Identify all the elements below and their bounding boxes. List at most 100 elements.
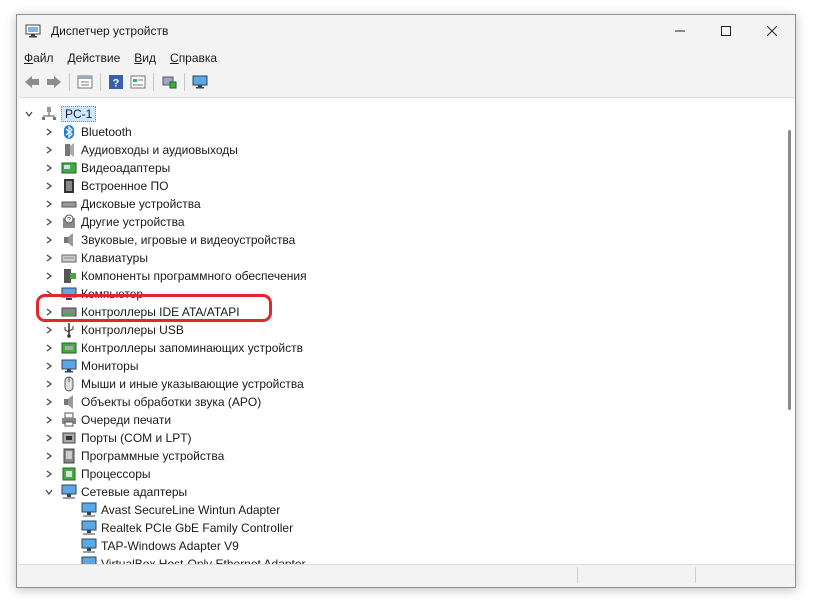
window-title: Диспетчер устройств bbox=[51, 24, 169, 38]
category-label: Дисковые устройства bbox=[81, 197, 201, 211]
toolbar: ? bbox=[17, 69, 795, 95]
chevron-right-icon[interactable] bbox=[43, 159, 55, 177]
category-label: Аудиовходы и аудиовыходы bbox=[81, 143, 238, 157]
tree-category[interactable]: Сетевые адаптеры bbox=[43, 483, 187, 501]
minimize-button[interactable] bbox=[657, 15, 703, 47]
forward-button[interactable] bbox=[44, 72, 64, 92]
tree-category[interactable]: Клавиатуры bbox=[43, 249, 148, 267]
chevron-right-icon[interactable] bbox=[43, 249, 55, 267]
chevron-right-icon[interactable] bbox=[43, 447, 55, 465]
tree-category[interactable]: Компьютер bbox=[43, 285, 143, 303]
tree-category[interactable]: Контроллеры запоминающих устройств bbox=[43, 339, 303, 357]
tree-category[interactable]: Объекты обработки звука (APO) bbox=[43, 393, 261, 411]
category-label: Мыши и иные указывающие устройства bbox=[81, 377, 304, 391]
firmware-icon bbox=[61, 178, 77, 194]
close-icon bbox=[767, 26, 777, 36]
chevron-right-icon[interactable] bbox=[43, 321, 55, 339]
device-manager-icon bbox=[25, 24, 41, 38]
port-icon bbox=[61, 430, 77, 446]
chevron-right-icon[interactable] bbox=[43, 393, 55, 411]
tree-category[interactable]: ? Другие устройства bbox=[43, 213, 185, 231]
chevron-right-icon[interactable] bbox=[43, 429, 55, 447]
chevron-down-icon[interactable] bbox=[23, 105, 35, 123]
chevron-right-icon[interactable] bbox=[43, 123, 55, 141]
monitor-icon bbox=[61, 358, 77, 374]
tree-category[interactable]: Мониторы bbox=[43, 357, 138, 375]
chevron-right-icon[interactable] bbox=[43, 411, 55, 429]
menu-file[interactable]: Файл bbox=[17, 48, 61, 68]
tree-category[interactable]: Дисковые устройства bbox=[43, 195, 201, 213]
toolbar-separator bbox=[69, 73, 70, 91]
scan-hardware-icon bbox=[162, 76, 177, 89]
tree-category[interactable]: Мыши и иные указывающие устройства bbox=[43, 375, 304, 393]
title-bar: Диспетчер устройств bbox=[17, 15, 795, 47]
sound-icon bbox=[61, 232, 77, 248]
category-label: Контроллеры IDE ATA/ATAPI bbox=[81, 305, 240, 319]
tree-device[interactable]: TAP-Windows Adapter V9 bbox=[75, 537, 239, 555]
chevron-right-icon[interactable] bbox=[43, 141, 55, 159]
tree-category[interactable]: Контроллеры IDE ATA/ATAPI bbox=[43, 303, 240, 321]
tree-category[interactable]: Звуковые, игровые и видеоустройства bbox=[43, 231, 295, 249]
status-divider bbox=[577, 567, 578, 583]
category-label: Очереди печати bbox=[81, 413, 172, 427]
chevron-right-icon[interactable] bbox=[43, 375, 55, 393]
maximize-button[interactable] bbox=[703, 15, 749, 47]
tree-category[interactable]: Компоненты программного обеспечения bbox=[43, 267, 307, 285]
svg-text:?: ? bbox=[67, 217, 71, 224]
chevron-right-icon[interactable] bbox=[43, 213, 55, 231]
display-adapter-icon bbox=[61, 160, 77, 176]
tree-category[interactable]: Аудиовходы и аудиовыходы bbox=[43, 141, 238, 159]
back-button[interactable] bbox=[22, 72, 42, 92]
device-label: Realtek PCIe GbE Family Controller bbox=[101, 521, 294, 535]
chevron-right-icon[interactable] bbox=[43, 357, 55, 375]
tree-category[interactable]: Видеоадаптеры bbox=[43, 159, 170, 177]
status-divider bbox=[695, 567, 696, 583]
view-button[interactable] bbox=[128, 72, 148, 92]
network-adapter-icon bbox=[81, 502, 97, 518]
menu-help[interactable]: Справка bbox=[163, 48, 224, 68]
chevron-right-icon[interactable] bbox=[43, 177, 55, 195]
software-device-icon bbox=[61, 448, 77, 464]
tree-category[interactable]: Контроллеры USB bbox=[43, 321, 184, 339]
chevron-right-icon[interactable] bbox=[43, 195, 55, 213]
chevron-right-icon[interactable] bbox=[43, 285, 55, 303]
network-adapter-icon bbox=[81, 538, 97, 554]
monitor-icon bbox=[192, 75, 208, 89]
tree-device[interactable]: Avast SecureLine Wintun Adapter bbox=[75, 501, 280, 519]
device-tree: PC-1 Bluetooth Аудиовходы и аудиовыходы Ви… bbox=[19, 97, 795, 566]
printer-icon bbox=[61, 412, 77, 428]
tree-category[interactable]: Встроенное ПО bbox=[43, 177, 168, 195]
menu-action[interactable]: Действие bbox=[61, 48, 128, 68]
chevron-right-icon[interactable] bbox=[43, 231, 55, 249]
chevron-right-icon[interactable] bbox=[43, 267, 55, 285]
audio-io-icon bbox=[61, 142, 77, 158]
view-icon bbox=[130, 75, 146, 89]
maximize-icon bbox=[721, 26, 731, 36]
tree-category[interactable]: Порты (COM и LPT) bbox=[43, 429, 192, 447]
toolbar-separator bbox=[153, 73, 154, 91]
chevron-right-icon[interactable] bbox=[43, 339, 55, 357]
tree-root[interactable]: PC-1 bbox=[23, 105, 97, 123]
tree-category[interactable]: Процессоры bbox=[43, 465, 151, 483]
vertical-scrollbar[interactable] bbox=[788, 130, 791, 410]
unknown-device-icon: ? bbox=[61, 214, 77, 230]
properties-button[interactable] bbox=[75, 72, 95, 92]
tree-category[interactable]: Bluetooth bbox=[43, 123, 132, 141]
scan-hardware-button[interactable] bbox=[159, 72, 179, 92]
computer-network-icon bbox=[41, 106, 57, 122]
toolbar-separator bbox=[184, 73, 185, 91]
category-label: Порты (COM и LPT) bbox=[81, 431, 192, 445]
chevron-right-icon[interactable] bbox=[43, 303, 55, 321]
monitor-button[interactable] bbox=[190, 72, 210, 92]
menu-view[interactable]: Вид bbox=[127, 48, 163, 68]
tree-category[interactable]: Программные устройства bbox=[43, 447, 224, 465]
tree-category[interactable]: Очереди печати bbox=[43, 411, 171, 429]
chevron-right-icon[interactable] bbox=[43, 465, 55, 483]
minimize-icon bbox=[675, 30, 685, 32]
category-label: Встроенное ПО bbox=[81, 179, 169, 193]
tree-device[interactable]: Realtek PCIe GbE Family Controller bbox=[75, 519, 293, 537]
chevron-down-icon[interactable] bbox=[43, 483, 55, 501]
help-button[interactable]: ? bbox=[106, 72, 126, 92]
apo-icon bbox=[61, 394, 77, 410]
close-button[interactable] bbox=[749, 15, 795, 47]
